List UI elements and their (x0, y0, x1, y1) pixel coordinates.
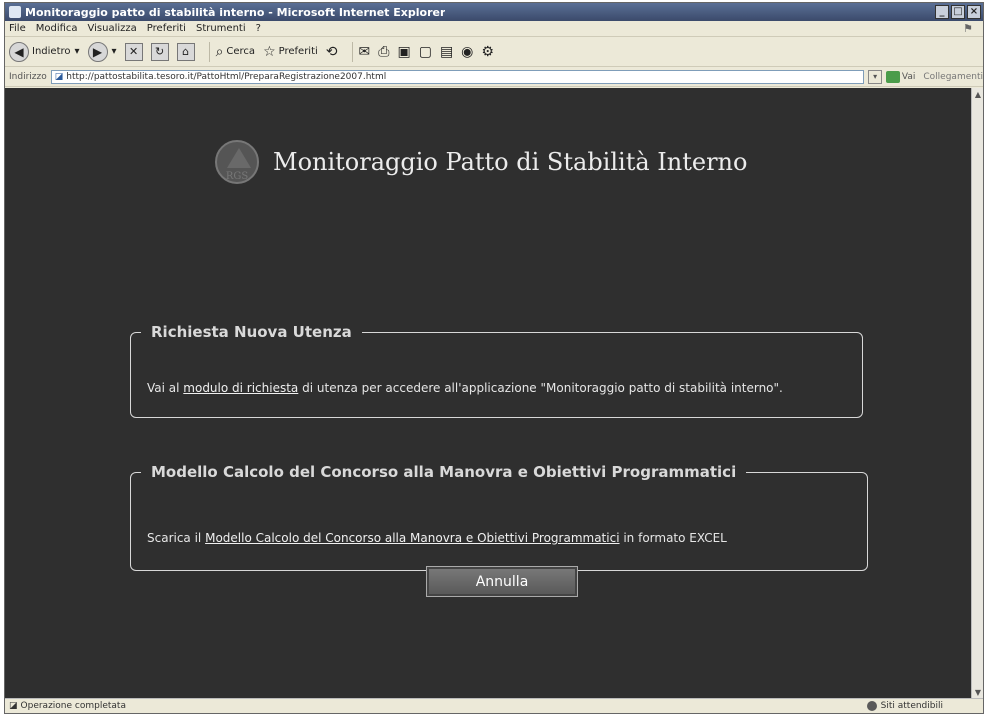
forward-arrow-icon: ▶ (87, 41, 108, 62)
modello-calcolo-link[interactable]: Modello Calcolo del Concorso alla Manovr… (205, 531, 619, 545)
status-bar: ◪ Operazione completata Siti attendibili (5, 698, 983, 713)
window-title: Monitoraggio patto di stabilità interno … (25, 5, 446, 19)
address-bar: Indirizzo ◪ http://pattostabilita.tesoro… (5, 67, 983, 87)
stop-icon[interactable]: ✕ (124, 42, 143, 61)
page-content: RGS Monitoraggio Patto di Stabilità Inte… (5, 88, 973, 698)
menu-help[interactable]: ? (256, 23, 261, 34)
rgs-logo: RGS (215, 140, 259, 184)
text-before: Scarica il (147, 531, 206, 545)
modulo-richiesta-link[interactable]: modulo di richiesta (183, 381, 298, 395)
status-text: Operazione completata (20, 701, 126, 711)
page-icon: ◪ (54, 71, 64, 82)
text-before: Vai al (147, 381, 184, 395)
refresh-icon[interactable]: ↻ (150, 42, 169, 61)
print-icon[interactable]: ⎙ (378, 44, 389, 60)
text-after: in formato EXCEL (619, 531, 727, 545)
ie-icon (9, 6, 21, 18)
section-modello-calcolo: Modello Calcolo del Concorso alla Manovr… (130, 463, 868, 571)
address-input[interactable]: ◪ http://pattostabilita.tesoro.it/PattoH… (50, 69, 865, 84)
scroll-down-arrow-icon[interactable]: ▼ (972, 686, 984, 698)
go-arrow-icon (885, 70, 900, 83)
go-button[interactable]: Vai (885, 70, 916, 83)
back-arrow-icon: ◀ (9, 41, 29, 62)
page-done-icon: ◪ (9, 701, 18, 711)
discuss-icon[interactable]: ▢ (419, 44, 432, 60)
section-text: Scarica il Modello Calcolo del Concorso … (147, 531, 847, 545)
window-controls: _ □ × (935, 5, 981, 19)
scroll-up-arrow-icon[interactable]: ▲ (972, 88, 984, 100)
minimize-button[interactable]: _ (935, 5, 949, 19)
search-label: Cerca (226, 46, 256, 57)
browser-window: Monitoraggio patto di stabilità interno … (4, 2, 984, 714)
research-icon[interactable]: ▤ (440, 44, 453, 60)
close-button[interactable]: × (967, 5, 981, 19)
tools-icon[interactable]: ⚙ (481, 44, 494, 60)
edit-icon[interactable]: ▣ (397, 44, 410, 60)
messenger-icon[interactable]: ◉ (461, 44, 473, 60)
page-title: Monitoraggio Patto di Stabilità Interno (273, 148, 748, 176)
section-nuova-utenza: Richiesta Nuova Utenza Vai al modulo di … (130, 323, 863, 418)
menu-preferiti[interactable]: Preferiti (147, 23, 186, 34)
mail-icon[interactable]: ✉ (359, 44, 371, 60)
back-button[interactable]: ◀ Indietro ▾ (9, 41, 80, 62)
home-icon[interactable]: ⌂ (176, 42, 195, 61)
trusted-zone-icon (866, 701, 877, 711)
favorites-button[interactable]: ☆ Preferiti (263, 44, 318, 60)
go-label: Vai (901, 71, 916, 82)
menu-visualizza[interactable]: Visualizza (88, 23, 137, 34)
section-legend: Modello Calcolo del Concorso alla Manovr… (151, 463, 737, 481)
section-legend: Richiesta Nuova Utenza (151, 323, 352, 341)
address-dropdown-icon[interactable]: ▾ (868, 69, 882, 84)
forward-dropdown-icon[interactable]: ▾ (112, 46, 117, 57)
address-label: Indirizzo (9, 71, 47, 82)
page-header: RGS Monitoraggio Patto di Stabilità Inte… (215, 140, 747, 184)
zone-indicator: Siti attendibili (866, 701, 943, 711)
text-after: di utenza per accedere all'applicazione … (298, 381, 783, 395)
section-text: Vai al modulo di richiesta di utenza per… (147, 381, 847, 395)
menu-strumenti[interactable]: Strumenti (196, 23, 246, 34)
separator (208, 41, 210, 62)
links-label[interactable]: Collegamenti (923, 72, 983, 82)
vertical-scrollbar[interactable]: ▲ ▼ (971, 88, 983, 698)
logo-text: RGS (225, 171, 249, 182)
search-icon: ⌕ (215, 43, 224, 60)
star-icon: ☆ (263, 43, 276, 60)
menu-bar: File Modifica Visualizza Preferiti Strum… (5, 21, 983, 37)
toolbar: ◀ Indietro ▾ ▶ ▾ ✕ ↻ ⌂ ⌕ Cerca ☆ Preferi… (5, 37, 983, 67)
menu-modifica[interactable]: Modifica (36, 23, 78, 34)
back-label: Indietro (32, 46, 71, 57)
back-dropdown-icon[interactable]: ▾ (75, 46, 80, 57)
maximize-button[interactable]: □ (951, 5, 965, 19)
separator (351, 41, 353, 62)
search-button[interactable]: ⌕ Cerca (216, 44, 256, 60)
annulla-button[interactable]: Annulla (426, 566, 578, 597)
menu-file[interactable]: File (9, 23, 26, 34)
windows-flag-icon: ⚑ (963, 22, 973, 35)
history-icon[interactable]: ⟲ (326, 44, 338, 60)
zone-text: Siti attendibili (880, 701, 943, 711)
favorites-label: Preferiti (278, 46, 318, 57)
forward-button[interactable]: ▶ ▾ (87, 41, 117, 62)
title-bar: Monitoraggio patto di stabilità interno … (5, 3, 983, 21)
address-url: http://pattostabilita.tesoro.it/PattoHtm… (66, 71, 387, 82)
